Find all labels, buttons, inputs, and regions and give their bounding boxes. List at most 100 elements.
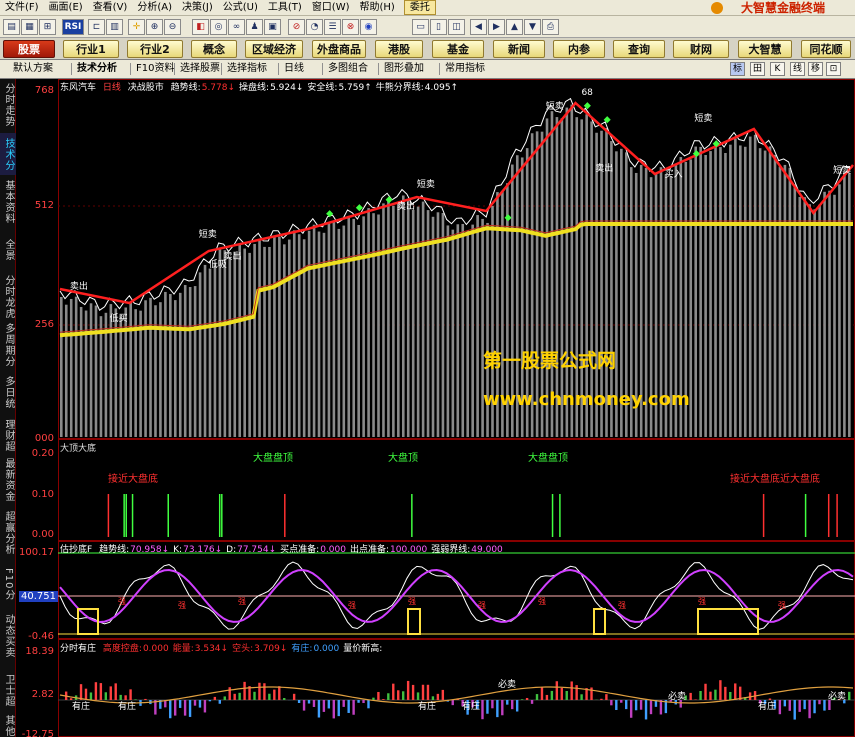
kline-icon[interactable]: ⊏ [88, 19, 105, 35]
nav-button[interactable]: 同花顺 [801, 40, 851, 58]
sidebar-item[interactable]: 技术分析 [0, 133, 16, 175]
menu-item[interactable]: 窗口(W) [307, 0, 355, 16]
menu-item[interactable]: 公式(U) [218, 0, 263, 16]
menu-item[interactable]: 画面(E) [44, 0, 88, 16]
nav-button[interactable]: 行业1 [63, 40, 119, 58]
up-icon[interactable]: ▲ [506, 19, 523, 35]
watch-icon[interactable]: ◎ [210, 19, 227, 35]
tab-item[interactable]: F10资料 [133, 61, 177, 77]
energy-bar [94, 682, 98, 700]
energy-bar [441, 689, 445, 700]
sidebar-item[interactable]: 分时龙虎 [0, 275, 16, 319]
nav-button[interactable]: 概念 [191, 40, 237, 58]
volume-bar [818, 204, 821, 437]
energy-bar [223, 696, 226, 700]
view-toggle-button[interactable]: 标 [730, 62, 745, 76]
tab-item[interactable]: 图形叠加 [381, 61, 427, 77]
screen-icon[interactable]: ▣ [264, 19, 281, 35]
volume-bar [79, 306, 83, 437]
nav-button[interactable]: 大智慧 [738, 40, 792, 58]
chart-area[interactable]: 68 短卖 卖出 低吸 短卖 卖出 短卖 卖出 短卖 买入 短卖 卖出 低买 大盘盘顶 大盘顶 大盘盘顶 接近大… [58, 79, 855, 737]
volume-bar [788, 167, 792, 437]
crosshair-icon[interactable]: ✛ [128, 19, 145, 35]
menu-item[interactable]: 委托 [403, 0, 436, 15]
volume-bar [327, 222, 331, 437]
sidebar-item[interactable]: 全景 [0, 229, 16, 271]
nav-button[interactable]: 基金 [432, 40, 484, 58]
volume-bar [218, 248, 222, 437]
panel4-y-tick: -12.75 [21, 729, 54, 737]
energy-bar [198, 700, 202, 708]
doc-icon[interactable]: ▯ [430, 19, 447, 35]
energy-bar [406, 680, 410, 700]
sidebar-item[interactable]: 多周期分布 [0, 323, 16, 367]
sidebar-item[interactable]: 卫士超赢 [0, 669, 16, 711]
rsi-button[interactable]: RSI [62, 19, 84, 35]
sidebar-item[interactable]: 理财超赢 [0, 417, 16, 453]
view-toggle-button[interactable]: ⊡ [826, 62, 841, 76]
nav-button[interactable]: 港股 [375, 40, 423, 58]
tab-item[interactable]: 默认方案 [10, 61, 56, 77]
sidebar-item[interactable]: 分时走势 [0, 81, 16, 129]
flag-icon[interactable]: ◧ [192, 19, 209, 35]
energy-bar [317, 700, 321, 718]
volume-bar [382, 203, 385, 437]
grid-icon[interactable]: ▦ [21, 19, 38, 35]
sidebar-item[interactable]: 最新资金 [0, 457, 16, 503]
bar-chart-icon[interactable]: ▥ [106, 19, 123, 35]
sidebar-item[interactable]: F10分 [0, 563, 16, 605]
forward-icon[interactable]: ▶ [488, 19, 505, 35]
menu-item[interactable]: 文件(F) [0, 0, 44, 16]
must-sell-label: 必卖 [828, 690, 846, 702]
tab-item[interactable]: 多图组合 [325, 61, 371, 77]
stop-icon[interactable]: ⊘ [288, 19, 305, 35]
down-icon[interactable]: ▼ [524, 19, 541, 35]
globe-icon[interactable]: ◉ [360, 19, 377, 35]
sidebar-item[interactable]: 基本资料 [0, 179, 16, 225]
layout-icon[interactable]: ◫ [448, 19, 465, 35]
tab-item[interactable]: 选择股票 [177, 61, 223, 77]
menu-item[interactable]: 查看(V) [88, 0, 133, 16]
volume-bar [466, 230, 470, 437]
back-icon[interactable]: ◀ [470, 19, 487, 35]
nav-button[interactable]: 行业2 [127, 40, 183, 58]
tab-item[interactable]: 日线 [281, 61, 307, 77]
view-toggle-button[interactable]: 移 [808, 62, 823, 76]
block-icon[interactable]: ⊗ [342, 19, 359, 35]
zoom-out-icon[interactable]: ⊖ [164, 19, 181, 35]
binoculars-icon[interactable]: ∞ [228, 19, 245, 35]
tab-item[interactable]: 选择指标 [224, 61, 270, 77]
view-toggle-button[interactable]: 线 [790, 62, 805, 76]
sidebar-item[interactable]: 其他 [0, 715, 16, 737]
menu-item[interactable]: 工具(T) [263, 0, 307, 16]
tab-item[interactable]: 技术分析 [74, 61, 120, 77]
chat-icon[interactable]: ☰ [324, 19, 341, 35]
nav-button[interactable]: 财网 [673, 40, 729, 58]
menu-item[interactable]: 决策(J) [177, 0, 218, 16]
tab-item[interactable]: 常用指标 [442, 61, 488, 77]
nav-button[interactable]: 区域经济 [245, 40, 303, 58]
zoom-in-icon[interactable]: ⊕ [146, 19, 163, 35]
menu-item[interactable]: 帮助(H) [355, 0, 400, 16]
volume-bar [228, 257, 232, 437]
pie-icon[interactable]: ◔ [306, 19, 323, 35]
bars-icon[interactable]: ▤ [3, 19, 20, 35]
nav-button[interactable]: 内参 [553, 40, 605, 58]
people-icon[interactable]: ♟ [246, 19, 263, 35]
sidebar-item[interactable]: 超赢分析 [0, 507, 16, 559]
window-icon[interactable]: ▭ [412, 19, 429, 35]
nav-button[interactable]: 股票 [3, 40, 55, 58]
chart-canvas[interactable]: 68短卖卖出低吸短卖卖出短卖卖出短卖买入 短卖卖出低买大盘盘顶 大盘顶 大盘盘顶接近大… [58, 79, 855, 737]
menu-item[interactable]: 分析(A) [132, 0, 177, 16]
sidebar-item[interactable]: 动态买卖 [0, 609, 16, 663]
view-toggle-button[interactable]: K [770, 62, 785, 76]
sidebar-item[interactable]: 多日统计 [0, 371, 16, 413]
nav-button[interactable]: 查询 [613, 40, 665, 58]
view-toggle-button[interactable]: 田 [750, 62, 765, 76]
panel2-label: 大盘盘顶 [528, 451, 568, 464]
print-icon[interactable]: ⎙ [542, 19, 559, 35]
chart-icon[interactable]: ⊞ [39, 19, 56, 35]
nav-button[interactable]: 新闻 [493, 40, 545, 58]
nav-button[interactable]: 外盘商品 [312, 40, 366, 58]
volume-bar [372, 213, 375, 437]
